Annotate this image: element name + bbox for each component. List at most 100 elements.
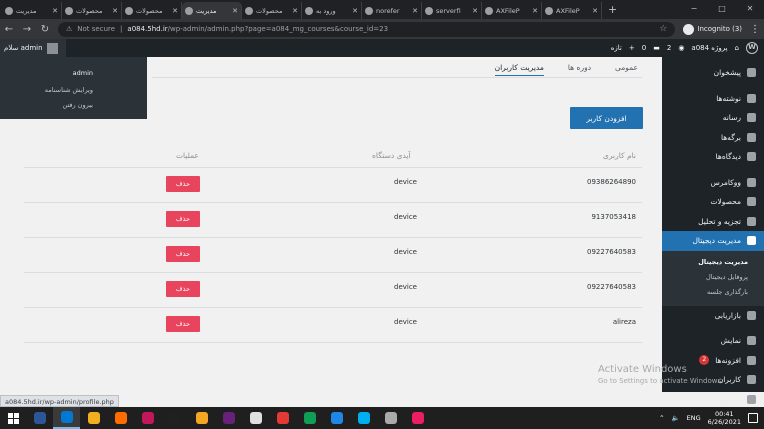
sidebar-item-comments[interactable]: دیدگاه‌ها (662, 147, 764, 167)
browser-tab[interactable]: مدیریت ✕ (2, 2, 62, 19)
close-tab-icon[interactable]: ✕ (532, 7, 538, 15)
browser-tab[interactable]: norefer ✕ (362, 2, 422, 19)
maximize-button[interactable]: □ (708, 0, 736, 19)
tab-user-management[interactable]: مدیریت کاربران (494, 63, 544, 76)
close-tab-icon[interactable]: ✕ (112, 7, 118, 15)
site-name-link[interactable]: پروژه a084 (691, 44, 727, 52)
delete-button[interactable]: حذف (166, 281, 200, 297)
browser-tab[interactable]: محصولات ✕ (62, 2, 122, 19)
notification-icon[interactable] (748, 413, 758, 423)
delete-button[interactable]: حذف (166, 211, 200, 227)
minimize-button[interactable]: − (680, 0, 708, 19)
chevron-up-icon[interactable]: ⌃ (659, 414, 664, 422)
pages-icon (747, 132, 756, 142)
close-window-button[interactable]: ✕ (736, 0, 764, 19)
table-row: 09227640583 device حذف (24, 238, 642, 273)
delete-button[interactable]: حذف (166, 246, 200, 262)
close-tab-icon[interactable]: ✕ (592, 7, 598, 15)
back-arrow-icon[interactable]: ← (4, 24, 14, 35)
sidebar-item-media[interactable]: رسانه (662, 108, 764, 128)
edit-profile-link[interactable]: ویرایش شناسنامه (45, 86, 93, 94)
speaker-icon[interactable]: 🔈 (672, 414, 680, 422)
favicon-icon (425, 6, 433, 15)
reload-icon[interactable]: ↻ (40, 24, 50, 35)
browser-tab[interactable]: ورود به ✕ (302, 2, 362, 19)
sidebar-item-pages[interactable]: برگه‌ها (662, 128, 764, 148)
favicon-icon (5, 6, 13, 15)
address-bar[interactable]: ⚠ Not secure | a084.5hd.ir/wp-admin/admi… (58, 21, 676, 37)
taskbar-app-icon[interactable] (161, 407, 188, 429)
clock[interactable]: 00:41 6/26/2021 (708, 410, 741, 426)
url-path: /wp-admin/admin.php?page=a084_mg_courses… (167, 25, 389, 33)
close-tab-icon[interactable]: ✕ (412, 7, 418, 15)
plugin-icon (747, 355, 756, 365)
bookmark-star-icon[interactable]: ☆ (659, 24, 667, 34)
browser-tab[interactable]: serverfi ✕ (422, 2, 482, 19)
browser-menu-icon[interactable]: ⋮ (750, 24, 760, 35)
delete-button[interactable]: حذف (166, 316, 200, 332)
sidebar-item-posts[interactable]: نوشته‌ها (662, 89, 764, 109)
forward-arrow-icon[interactable]: → (22, 24, 32, 35)
incognito-indicator[interactable]: Incognito (3) (683, 23, 742, 35)
incognito-icon (683, 23, 695, 35)
avatar (46, 42, 58, 54)
comments-icon[interactable]: ▬ (653, 44, 660, 52)
taskbar-app-icon[interactable] (269, 407, 296, 429)
close-tab-icon[interactable]: ✕ (352, 7, 358, 15)
close-tab-icon[interactable]: ✕ (472, 7, 478, 15)
comments-count[interactable]: 2 (667, 44, 671, 52)
browser-tab[interactable]: AXFileP ✕ (542, 2, 602, 19)
taskbar-app-icon[interactable] (26, 407, 53, 429)
window-controls: − □ ✕ (680, 0, 764, 19)
taskbar-app-icon[interactable] (323, 407, 350, 429)
sidebar-item-analytics[interactable]: تجزیه و تحلیل (662, 212, 764, 232)
close-tab-icon[interactable]: ✕ (292, 7, 298, 15)
taskbar-app-icon[interactable] (80, 407, 107, 429)
taskbar-app-icon[interactable] (350, 407, 377, 429)
sidebar-item-products[interactable]: محصولات (662, 192, 764, 212)
start-button[interactable] (0, 407, 26, 429)
taskbar-app-icon[interactable] (296, 407, 323, 429)
close-tab-icon[interactable]: ✕ (52, 7, 58, 15)
logout-link[interactable]: بیرون رفتن (63, 101, 94, 109)
taskbar-app-icon[interactable] (242, 407, 269, 429)
taskbar-app-icon[interactable] (53, 407, 80, 429)
sidebar-item-appearance[interactable]: نمایش (662, 331, 764, 351)
pin-icon (747, 93, 756, 103)
sidebar-item-woocommerce[interactable]: ووکامرس (662, 173, 764, 193)
new-tab-button[interactable]: + (602, 2, 623, 19)
browser-tab[interactable]: محصولات ✕ (122, 2, 182, 19)
row-username: alireza (612, 318, 636, 326)
taskbar-app-icon[interactable] (404, 407, 431, 429)
sidebar-item-marketing[interactable]: بازاریابی (662, 306, 764, 326)
new-content-link[interactable]: تازه (611, 44, 622, 52)
taskbar-app-icon[interactable] (215, 407, 242, 429)
tab-courses[interactable]: دوره ها (568, 63, 591, 72)
delete-button[interactable]: حذف (166, 176, 200, 192)
sidebar-item-dashboard[interactable]: پیشخوان (662, 63, 764, 83)
taskbar-app-icon[interactable] (377, 407, 404, 429)
column-operations: عملیات (176, 151, 199, 160)
browser-tab[interactable]: محصولات ✕ (242, 2, 302, 19)
tab-general[interactable]: عمومی (615, 63, 638, 72)
my-account-menu[interactable]: سلام admin (0, 39, 66, 57)
submenu-item-upload-session[interactable]: بارگذاری جلسه (662, 285, 764, 300)
submenu-item-digital-management[interactable]: مدیریت دیجیتال (662, 255, 764, 270)
language-indicator[interactable]: ENG (687, 414, 701, 422)
add-user-button[interactable]: افزودن کاربر (570, 107, 643, 129)
wordpress-logo-icon[interactable]: W (746, 42, 758, 54)
media-icon (747, 113, 756, 123)
taskbar-app-icon[interactable] (107, 407, 134, 429)
updates-count[interactable]: 0 (642, 44, 646, 52)
table-row: alireza device حذف (24, 308, 642, 343)
taskbar-app-icon[interactable] (188, 407, 215, 429)
sidebar-item-digital-management[interactable]: مدیریت دیجیتال (662, 231, 764, 251)
close-tab-icon[interactable]: ✕ (172, 7, 178, 15)
customize-icon[interactable]: ◉ (678, 44, 684, 52)
browser-tab[interactable]: AXFileP ✕ (482, 2, 542, 19)
browser-tab-active[interactable]: مدیریت ✕ (182, 2, 242, 19)
dropdown-username[interactable]: admin (73, 69, 93, 77)
taskbar-app-icon[interactable] (134, 407, 161, 429)
close-tab-icon[interactable]: ✕ (232, 7, 238, 15)
submenu-item-digital-profile[interactable]: پروفایل دیجیتال (662, 270, 764, 285)
